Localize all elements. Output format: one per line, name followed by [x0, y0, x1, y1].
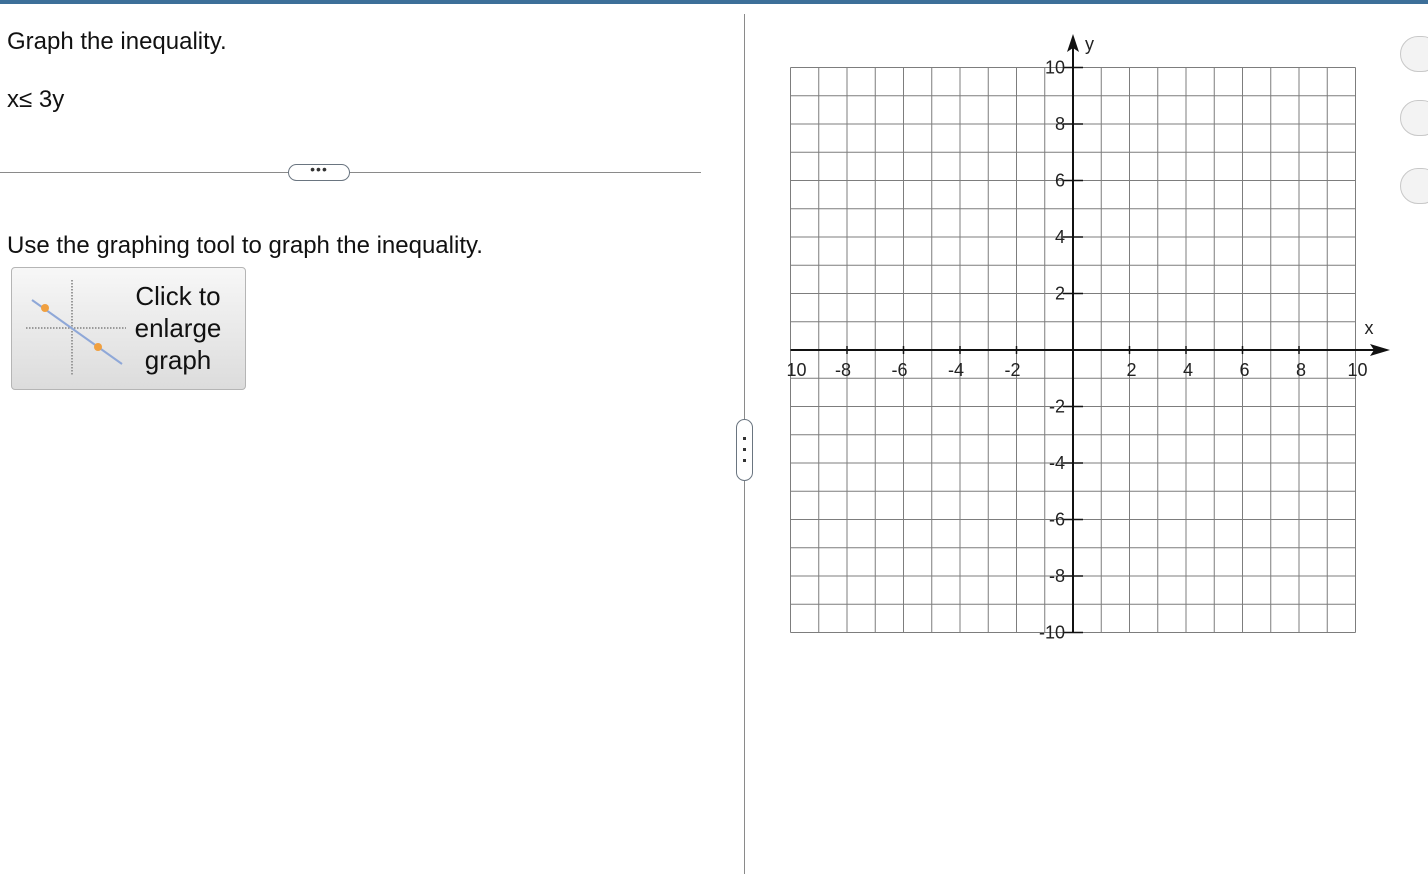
- vertical-ellipsis-icon[interactable]: [736, 419, 753, 481]
- x-tick-label: 4: [1183, 360, 1193, 380]
- enlarge-graph-label: Click to enlarge graph: [134, 281, 222, 375]
- y-tick-label: 2: [1055, 284, 1065, 304]
- y-tick-label: -4: [1049, 453, 1065, 473]
- top-accent-bar: [0, 0, 1428, 4]
- instruction-text: Use the graphing tool to graph the inequ…: [7, 232, 483, 259]
- y-tick-label: -6: [1049, 510, 1065, 530]
- inequality-expression: x≤ 3y: [7, 86, 65, 113]
- x-tick-label: 10: [786, 360, 806, 380]
- y-tick-label: 8: [1055, 114, 1065, 134]
- question-title: Graph the inequality.: [7, 28, 227, 55]
- x-tick-label: -4: [948, 360, 964, 380]
- y-tick-label: -10: [1039, 623, 1065, 643]
- x-tick-label: 2: [1126, 360, 1136, 380]
- side-tab-1[interactable]: [1400, 36, 1428, 72]
- graph-thumbnail-icon: [26, 280, 126, 376]
- x-tick-label: -2: [1004, 360, 1020, 380]
- x-axis-label: x: [1365, 318, 1374, 338]
- section-divider: [0, 172, 701, 173]
- coordinate-graph[interactable]: 10 -8 -6 -4 -2 2 4 6 8 10 10 8 6 4 2 -2 -4 -6 -8 -10 x y: [760, 30, 1420, 650]
- y-tick-label: 4: [1055, 227, 1065, 247]
- side-tab-3[interactable]: [1400, 168, 1428, 204]
- x-tick-label: -8: [835, 360, 851, 380]
- y-tick-label: 6: [1055, 171, 1065, 191]
- y-tick-label: -8: [1049, 566, 1065, 586]
- x-tick-label: 6: [1239, 360, 1249, 380]
- enlarge-graph-button[interactable]: Click to enlarge graph: [11, 267, 246, 390]
- y-axis-label: y: [1085, 34, 1094, 54]
- show-more-button[interactable]: •••: [288, 162, 350, 181]
- y-tick-label: -2: [1049, 397, 1065, 417]
- x-tick-label: -6: [891, 360, 907, 380]
- side-tab-2[interactable]: [1400, 100, 1428, 136]
- x-tick-label: 8: [1296, 360, 1306, 380]
- y-tick-label: 10: [1045, 58, 1065, 78]
- x-tick-label: 10: [1347, 360, 1367, 380]
